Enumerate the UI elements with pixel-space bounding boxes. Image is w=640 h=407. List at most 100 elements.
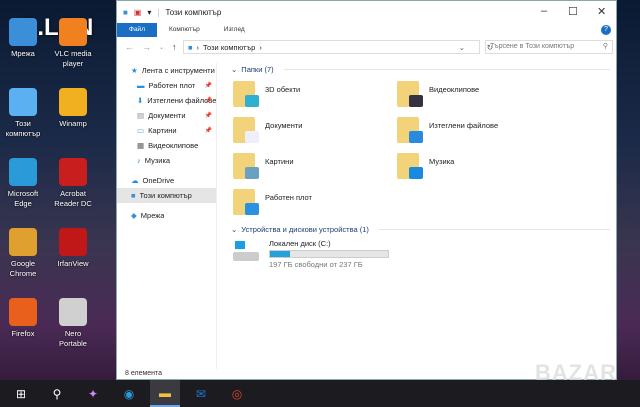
devices-group-header[interactable]: ⌄ Устройства и дискови устройства (1)	[231, 223, 610, 235]
properties-icon[interactable]: ▣	[134, 8, 142, 17]
chrome-icon[interactable]: ◎	[222, 380, 252, 407]
start-button[interactable]: ⊞	[6, 380, 36, 407]
folder-label: Видеоклипове	[429, 85, 480, 94]
folder-item[interactable]: Работен плот	[233, 189, 312, 215]
network-icon: ◆	[131, 211, 137, 220]
folder-icon	[397, 81, 423, 107]
search-placeholder: Търсене в Този компютър	[490, 43, 575, 50]
computer-icon: ■	[123, 7, 128, 17]
navigation-pane: ★ Лента с инструменти ▬ Работен плот 📌 ⬇ Изтег…	[117, 63, 217, 369]
desktop-icon[interactable]: Microsoft Edge	[0, 158, 46, 209]
desktop-icon-label: VLC media player	[54, 49, 92, 68]
desktop-icon[interactable]: Мрежа	[0, 18, 46, 59]
file-explorer-icon[interactable]: ▬	[150, 380, 180, 407]
tab-computer[interactable]: Компютър	[157, 23, 212, 37]
nav-item[interactable]: ◆ Мрежа	[117, 208, 216, 223]
video-icon: ▦	[137, 141, 145, 150]
folder-icon	[233, 189, 259, 215]
folder-icon	[397, 153, 423, 179]
desktop-icon-label: Firefox	[11, 329, 35, 338]
up-button[interactable]: ↑	[172, 42, 177, 52]
nav-item-label: OneDrive	[142, 176, 175, 185]
chevron-down-icon[interactable]: ⌄	[459, 43, 465, 52]
desktop-icon[interactable]: Firefox	[0, 298, 46, 339]
help-icon[interactable]: ?	[601, 25, 611, 35]
nav-item[interactable]: ★ Лента с инструменти	[117, 63, 216, 78]
desktop-icon-label: Google Chrome	[9, 259, 37, 278]
folder-item[interactable]: Изтеглени файлове	[397, 117, 498, 143]
folder-icon	[233, 81, 259, 107]
tab-file[interactable]: Файл	[117, 23, 157, 37]
nav-item[interactable]: ■ Този компютър	[117, 188, 216, 203]
pictures-icon: ▭	[137, 126, 145, 135]
drive-label: Локален диск (C:)	[269, 239, 331, 248]
window-title: Този компютър	[165, 7, 222, 17]
status-bar-count: 8 елемента	[125, 370, 163, 377]
desktop-icon[interactable]: Google Chrome	[0, 228, 46, 279]
nav-item[interactable]: ▦ Видеоклипове	[117, 138, 216, 153]
desktop-icon-label: Мрежа	[11, 49, 35, 58]
folders-group-header[interactable]: ⌄ Папки (7)	[231, 63, 610, 75]
search-input[interactable]: Търсене в Този компютър ⚲	[485, 40, 613, 54]
folder-icon	[233, 153, 259, 179]
folder-item[interactable]: Картини	[233, 153, 294, 179]
folder-label: Документи	[265, 121, 303, 130]
desktop-icon[interactable]: IrfanView	[50, 228, 96, 269]
outlook-icon[interactable]: ✉	[186, 380, 216, 407]
drive-free-space: 197 ГБ свободни от 237 ГБ	[269, 260, 363, 269]
drive-usage-bar	[269, 250, 389, 258]
desktop-icon-label: Winamp	[59, 119, 87, 128]
folder-label: Картини	[265, 157, 294, 166]
pin-icon: 📌	[204, 128, 212, 134]
nav-item[interactable]: ▬ Работен плот 📌	[117, 78, 216, 93]
back-button[interactable]: ←	[125, 42, 134, 52]
pin-icon: 📌	[204, 113, 212, 119]
close-button[interactable]: ✕	[597, 5, 606, 18]
nav-item[interactable]: ▤ Документи 📌	[117, 108, 216, 123]
desktop-icon[interactable]: Този компютър	[0, 88, 46, 139]
app-icon	[9, 158, 37, 186]
desktop-icon[interactable]: VLC media player	[50, 18, 96, 69]
address-bar[interactable]: ■ › Този компютър › ⌄ ↻	[183, 40, 493, 54]
app-icon	[9, 88, 37, 116]
desktop-icon[interactable]: Acrobat Reader DC	[50, 158, 96, 209]
cloud-icon: ☁	[131, 176, 139, 185]
app-icon	[59, 88, 87, 116]
folder-item[interactable]: Видеоклипове	[397, 81, 479, 107]
desktop-icon: ▬	[137, 81, 145, 90]
recent-dropdown[interactable]: ⌄	[159, 44, 164, 51]
tab-view[interactable]: Изглед	[212, 23, 257, 37]
music-icon: ♪	[137, 156, 141, 165]
breadcrumb[interactable]: Този компютър	[203, 43, 255, 52]
desktop-icon[interactable]: Winamp	[50, 88, 96, 129]
folder-item[interactable]: Документи	[233, 117, 302, 143]
pin-icon: 📌	[204, 98, 212, 104]
drive-icon	[233, 239, 259, 261]
dropdown-icon[interactable]: ▾	[147, 8, 151, 17]
desktop-icon-label: Този компютър	[5, 119, 41, 138]
nav-item[interactable]: ♪ Музика	[117, 153, 216, 168]
copilot-icon[interactable]: ✦	[78, 380, 108, 407]
nav-item-label: Картини	[148, 126, 177, 135]
app-icon	[9, 298, 37, 326]
nav-item[interactable]: ☁ OneDrive	[117, 173, 216, 188]
folder-item[interactable]: 3D обекти	[233, 81, 300, 107]
desktop-icon-label: Acrobat Reader DC	[54, 189, 92, 208]
edge-icon[interactable]: ◉	[114, 380, 144, 407]
search-button[interactable]: ⚲	[42, 380, 72, 407]
nav-item[interactable]: ⬇ Изтеглени файлове 📌	[117, 93, 216, 108]
forward-button[interactable]: →	[142, 42, 151, 52]
minimize-button[interactable]: –	[541, 5, 547, 17]
folder-label: 3D обекти	[265, 85, 301, 94]
folder-item[interactable]: Музика	[397, 153, 454, 179]
nav-item-label: Лента с инструменти	[141, 66, 215, 75]
nav-item[interactable]: ▭ Картини 📌	[117, 123, 216, 138]
desktop-icon[interactable]: Nero Portable	[50, 298, 96, 349]
app-icon	[9, 228, 37, 256]
maximize-button[interactable]: ☐	[568, 5, 578, 18]
desktop-icon-label: Nero Portable	[59, 329, 87, 348]
star-icon: ★	[131, 66, 138, 75]
document-icon: ▤	[137, 111, 145, 120]
drive-c[interactable]: Локален диск (C:) 197 ГБ свободни от 237…	[233, 239, 389, 269]
folder-icon	[397, 117, 423, 143]
